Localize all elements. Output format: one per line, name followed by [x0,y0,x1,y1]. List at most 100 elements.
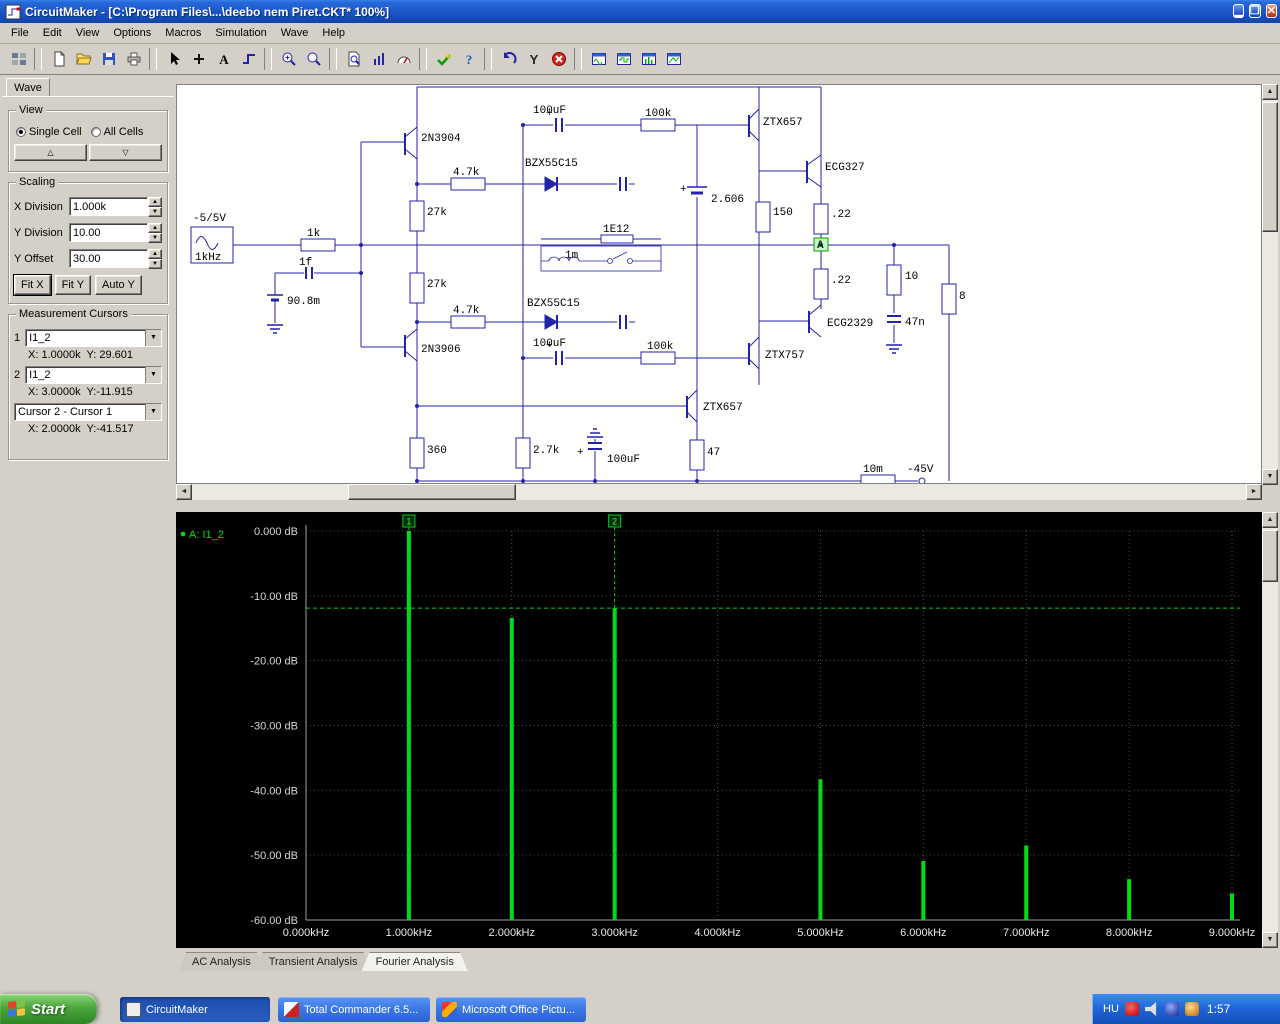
fit-x-button[interactable]: Fit X [13,274,52,296]
waveform-window-icon-4[interactable] [661,47,686,71]
component-label: + [577,447,584,459]
menu-options[interactable]: Options [106,24,158,42]
schematic-horizontal-scrollbar[interactable]: ◄ ► [176,484,1262,500]
y-offset-down[interactable]: ▼ [148,259,162,269]
language-indicator[interactable]: HU [1103,1003,1119,1015]
auto-y-button[interactable]: Auto Y [95,275,142,295]
taskbar-button-office-picture[interactable]: Microsoft Office Pictu... [436,997,586,1022]
tray-network-icon[interactable] [1164,1002,1179,1016]
y-offset-up[interactable]: ▲ [148,249,162,259]
save-icon[interactable] [96,47,121,71]
zoom-in-icon[interactable] [276,47,301,71]
y-offset-input[interactable] [69,249,148,268]
x-division-up[interactable]: ▲ [148,197,162,207]
chevron-down-icon[interactable]: ▼ [145,404,161,420]
taskbar-button-total-commander[interactable]: Total Commander 6.5... [278,997,430,1022]
chevron-down-icon[interactable]: ▼ [145,330,161,346]
tab-transient-analysis[interactable]: Transient Analysis [255,952,372,971]
component-label: 100uF [607,454,640,466]
zoom-tool-icon[interactable] [301,47,326,71]
x-division-input[interactable] [69,197,148,216]
scrollbar-thumb[interactable] [1262,102,1278,232]
maximize-button[interactable]: ❐ [1248,4,1261,18]
tab-fourier-analysis[interactable]: Fourier Analysis [362,952,468,971]
tray-volume-icon[interactable] [1144,1002,1157,1016]
cursor2-signal-select[interactable]: I1_2 ▼ [25,366,162,384]
tab-ac-analysis[interactable]: AC Analysis [178,952,265,971]
toolbar-separator [419,48,427,70]
clock: 1:57 [1206,1002,1231,1016]
stop-icon[interactable] [546,47,571,71]
open-file-icon[interactable] [71,47,96,71]
taskbar-button-circuitmaker[interactable]: CircuitMaker [120,997,270,1022]
svg-text:-50.00 dB: -50.00 dB [250,850,298,862]
waveform-window-icon-2[interactable] [611,47,636,71]
component-label: + [680,184,687,196]
meter-icon[interactable] [391,47,416,71]
scroll-up-icon[interactable]: ▲ [1262,84,1278,100]
schematic-canvas[interactable]: 2N3904 100uF +100k ZTX657 ECG327 BZX55C15 4.7k… [176,84,1262,484]
cell-down-button[interactable]: ▽ [89,144,162,161]
cursor-diff-select[interactable]: Cursor 2 - Cursor 1 ▼ [14,403,162,421]
scrollbar-thumb[interactable] [348,484,516,500]
run-simulation-icon[interactable] [431,47,456,71]
component-label: 2N3904 [421,133,461,145]
single-cell-radio[interactable] [16,127,26,137]
menu-view[interactable]: View [69,24,107,42]
new-file-icon[interactable] [46,47,71,71]
y-division-down[interactable]: ▼ [148,233,162,243]
add-part-icon[interactable] [186,47,211,71]
search-document-icon[interactable] [341,47,366,71]
start-button[interactable]: Start [0,994,97,1024]
scroll-left-icon[interactable]: ◄ [176,484,192,500]
divider [2,96,174,97]
scaling-group-title: Scaling [16,176,59,188]
x-division-down[interactable]: ▼ [148,207,162,217]
waveform-canvas[interactable]: 0.000 dB -10.00 dB -20.00 dB -30.00 dB -40.0… [176,512,1262,948]
harmonic-bar [1230,893,1234,920]
cursor1-readout: X: 1.0000k Y: 29.601 [28,349,133,361]
reset-icon[interactable] [496,47,521,71]
print-icon[interactable] [121,47,146,71]
svg-text:A: A [219,52,229,67]
cell-up-button[interactable]: △ [14,144,87,161]
scroll-down-icon[interactable]: ▼ [1262,469,1278,485]
parts-browser-icon[interactable] [6,47,31,71]
waveform-window-icon-1[interactable] [586,47,611,71]
select-arrow-icon[interactable] [161,47,186,71]
component-label: ECG327 [825,162,865,174]
menu-help[interactable]: Help [315,24,352,42]
waveform-window-icon-3[interactable] [636,47,661,71]
menu-simulation[interactable]: Simulation [208,24,273,42]
y-division-input[interactable] [69,223,148,242]
menu-macros[interactable]: Macros [158,24,208,42]
probe-icon[interactable]: Y [521,47,546,71]
minimize-button[interactable]: ▁ [1233,4,1244,18]
scroll-down-icon[interactable]: ▼ [1262,932,1278,948]
all-cells-radio[interactable] [90,127,101,137]
scroll-right-icon[interactable]: ► [1246,484,1262,500]
svg-text:Y: Y [529,52,538,67]
chevron-down-icon[interactable]: ▼ [145,367,161,383]
menu-file[interactable]: File [4,24,36,42]
tray-antivirus-icon[interactable] [1124,1002,1139,1016]
menu-edit[interactable]: Edit [36,24,69,42]
fit-y-button[interactable]: Fit Y [54,275,92,295]
component-label: 1f [299,257,312,269]
cursor-diff-readout: X: 2.0000k Y:-41.517 [28,423,134,435]
menu-wave[interactable]: Wave [274,24,316,42]
wire-tool-icon[interactable] [236,47,261,71]
schematic-vertical-scrollbar[interactable]: ▲ ▼ [1262,84,1278,485]
y-division-up[interactable]: ▲ [148,223,162,233]
waveform-vertical-scrollbar[interactable]: ▲ ▼ [1262,512,1278,948]
measurement-cursors-group: Measurement Cursors 1 I1_2 ▼ X: 1.0000k … [8,308,168,460]
cursor1-signal-select[interactable]: I1_2 ▼ [25,329,162,347]
tab-wave[interactable]: Wave [6,78,50,97]
help-icon[interactable]: ? [456,47,481,71]
scroll-up-icon[interactable]: ▲ [1262,512,1278,528]
tray-messenger-icon[interactable] [1184,1002,1199,1016]
chart-icon[interactable] [366,47,391,71]
text-tool-icon[interactable]: A [211,47,236,71]
scrollbar-thumb[interactable] [1262,530,1278,582]
close-button[interactable]: ✕ [1265,4,1277,18]
